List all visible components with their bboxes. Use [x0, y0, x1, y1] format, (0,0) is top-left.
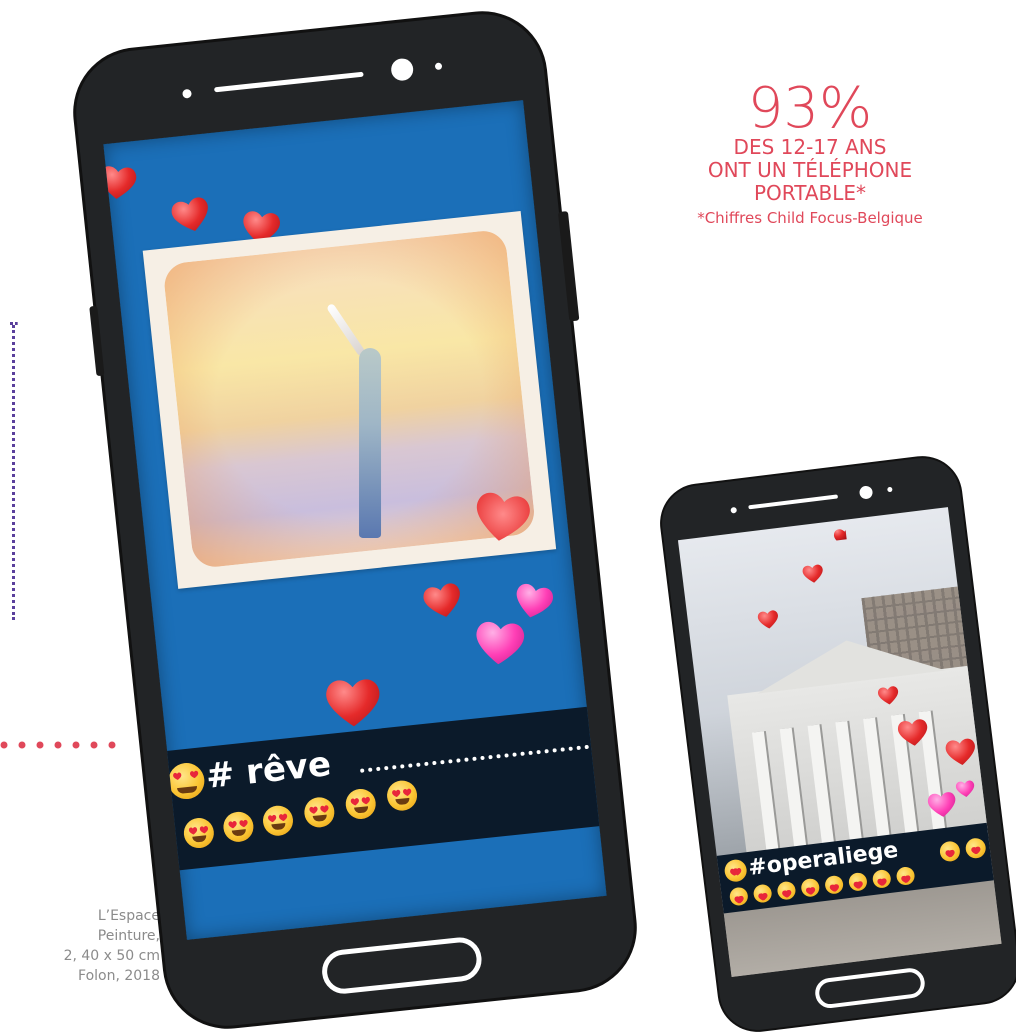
building-column	[779, 727, 807, 849]
hashtag-text: # rêve	[203, 743, 333, 797]
winking-tongue-emoji-icon	[728, 886, 749, 907]
artwork-credits: L’Espace Peinture, 2, 40 x 50 cm Folon, …	[0, 906, 160, 986]
stat-source: *Chiffres Child Focus-Belgique	[697, 209, 923, 227]
credit-line-1: L’Espace	[97, 908, 160, 924]
hashtag-banner: # rêve	[147, 703, 607, 873]
winking-tongue-emoji-icon	[895, 865, 916, 887]
hashtag-dots	[360, 744, 590, 773]
heart-eyes-emoji-icon	[723, 858, 748, 883]
credit-line-2: Peinture,	[97, 928, 160, 944]
heart-eyes-emoji-icon	[847, 871, 868, 892]
grinning-emoji-icon	[261, 804, 295, 838]
heart-eyes-emoji-icon	[385, 779, 419, 813]
purple-dotted-line	[12, 325, 15, 620]
stat-line-1: DES 12-17 ANS	[733, 135, 887, 159]
kissing-emoji-icon	[221, 810, 255, 844]
pink-dotted-line	[0, 741, 116, 749]
heart-icon	[167, 191, 215, 239]
heart-icon	[103, 162, 138, 205]
credit-line-4: Folon, 2018	[78, 968, 160, 984]
building-column	[751, 731, 779, 852]
stat-percent: 93%	[747, 76, 873, 141]
heart-eyes-emoji-icon	[824, 874, 845, 895]
heart-icon	[323, 673, 383, 733]
heart-eyes-emoji-icon	[166, 761, 207, 801]
heart-icon	[832, 526, 847, 541]
kissing-emoji-icon	[938, 840, 962, 863]
small-phone-screen: #operaliege	[677, 507, 1002, 977]
credit-line-3: 2, 40 x 50 cm	[63, 948, 160, 964]
small-phone: #operaliege	[657, 453, 1016, 1034]
winking-tongue-emoji-icon	[182, 816, 216, 850]
statistic-block: 93% DES 12-17 ANS ONT UN TÉLÉPHONE PORTA…	[640, 76, 980, 229]
painting-figure	[359, 348, 382, 539]
heart-eyes-emoji-icon	[302, 795, 336, 829]
large-phone: # rêve	[70, 8, 640, 1032]
pink-heart-icon	[472, 616, 528, 672]
stat-line-3: PORTABLE*	[753, 181, 867, 205]
heart-eyes-emoji-icon	[871, 868, 892, 889]
building-column	[863, 717, 890, 839]
stat-line-2: ONT UN TÉLÉPHONE	[707, 158, 913, 182]
grinning-emoji-icon	[964, 837, 987, 860]
heart-eyes-emoji-icon	[344, 787, 378, 821]
building-column	[835, 720, 862, 842]
heart-icon	[756, 608, 781, 633]
building-column	[807, 724, 835, 845]
heart-icon	[801, 562, 826, 587]
winking-tongue-emoji-icon	[800, 877, 821, 898]
heart-icon	[419, 578, 466, 625]
pink-heart-icon	[510, 578, 557, 625]
winking-tongue-emoji-icon	[776, 880, 797, 901]
large-phone-screen: # rêve	[103, 100, 607, 940]
winking-tongue-emoji-icon	[752, 883, 773, 904]
